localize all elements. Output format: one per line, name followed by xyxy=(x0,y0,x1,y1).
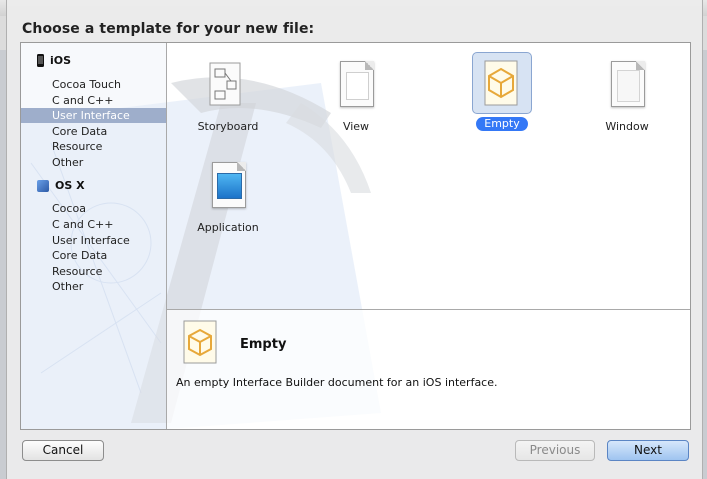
template-grid: Storyboard View Empty Window Application xyxy=(167,43,690,310)
window-icon xyxy=(597,55,657,117)
template-empty[interactable]: Empty xyxy=(452,52,552,132)
template-label: Application xyxy=(197,221,259,234)
template-application[interactable]: Application xyxy=(178,156,278,236)
sidebar-item-ios-resource[interactable]: Resource xyxy=(21,139,166,154)
sidebar-item-osx-core-data[interactable]: Core Data xyxy=(21,248,166,263)
ios-device-icon xyxy=(37,54,44,67)
template-label: Storyboard xyxy=(197,120,259,133)
template-category-sidebar: iOS Cocoa Touch C and C++ User Interface… xyxy=(21,43,167,429)
sidebar-item-ios-core-data[interactable]: Core Data xyxy=(21,124,166,139)
dialog-title: Choose a template for your new file: xyxy=(22,21,315,37)
sidebar-item-ios-c-and-cpp[interactable]: C and C++ xyxy=(21,93,166,108)
sidebar-item-osx-user-interface[interactable]: User Interface xyxy=(21,233,166,248)
sidebar-group-label: OS X xyxy=(55,179,85,192)
template-label: Window xyxy=(605,120,649,133)
previous-button[interactable]: Previous xyxy=(515,440,595,461)
view-icon xyxy=(326,55,386,117)
osx-icon xyxy=(37,179,49,192)
sidebar-item-ios-other[interactable]: Other xyxy=(21,155,166,170)
sidebar-group-label: iOS xyxy=(50,54,72,67)
sidebar-item-osx-other[interactable]: Other xyxy=(21,279,166,294)
sidebar-group-osx[interactable]: OS X xyxy=(37,179,85,192)
detail-description: An empty Interface Builder document for … xyxy=(176,376,498,389)
template-label: Empty xyxy=(476,117,528,131)
sidebar-item-osx-resource[interactable]: Resource xyxy=(21,264,166,279)
template-window[interactable]: Window xyxy=(577,55,677,135)
sidebar-item-osx-cocoa[interactable]: Cocoa xyxy=(21,201,166,216)
sidebar-group-ios[interactable]: iOS xyxy=(37,54,71,67)
empty-icon xyxy=(472,52,532,114)
detail-title: Empty xyxy=(240,337,287,352)
template-view[interactable]: View xyxy=(306,55,406,135)
next-button[interactable]: Next xyxy=(607,440,689,461)
sidebar-item-ios-cocoa-touch[interactable]: Cocoa Touch xyxy=(21,77,166,92)
cancel-button[interactable]: Cancel xyxy=(22,440,104,461)
sidebar-item-osx-c-and-cpp[interactable]: C and C++ xyxy=(21,217,166,232)
template-storyboard[interactable]: Storyboard xyxy=(178,55,278,135)
sidebar-item-ios-user-interface[interactable]: User Interface xyxy=(21,108,166,123)
application-icon xyxy=(198,156,258,218)
template-label: View xyxy=(342,120,370,133)
empty-icon xyxy=(183,320,217,364)
storyboard-icon xyxy=(198,55,258,117)
template-detail-pane: Empty An empty Interface Builder documen… xyxy=(167,310,690,429)
template-chooser: iOS Cocoa Touch C and C++ User Interface… xyxy=(20,42,691,430)
new-file-sheet: Choose a template for your new file: iOS… xyxy=(6,0,703,479)
